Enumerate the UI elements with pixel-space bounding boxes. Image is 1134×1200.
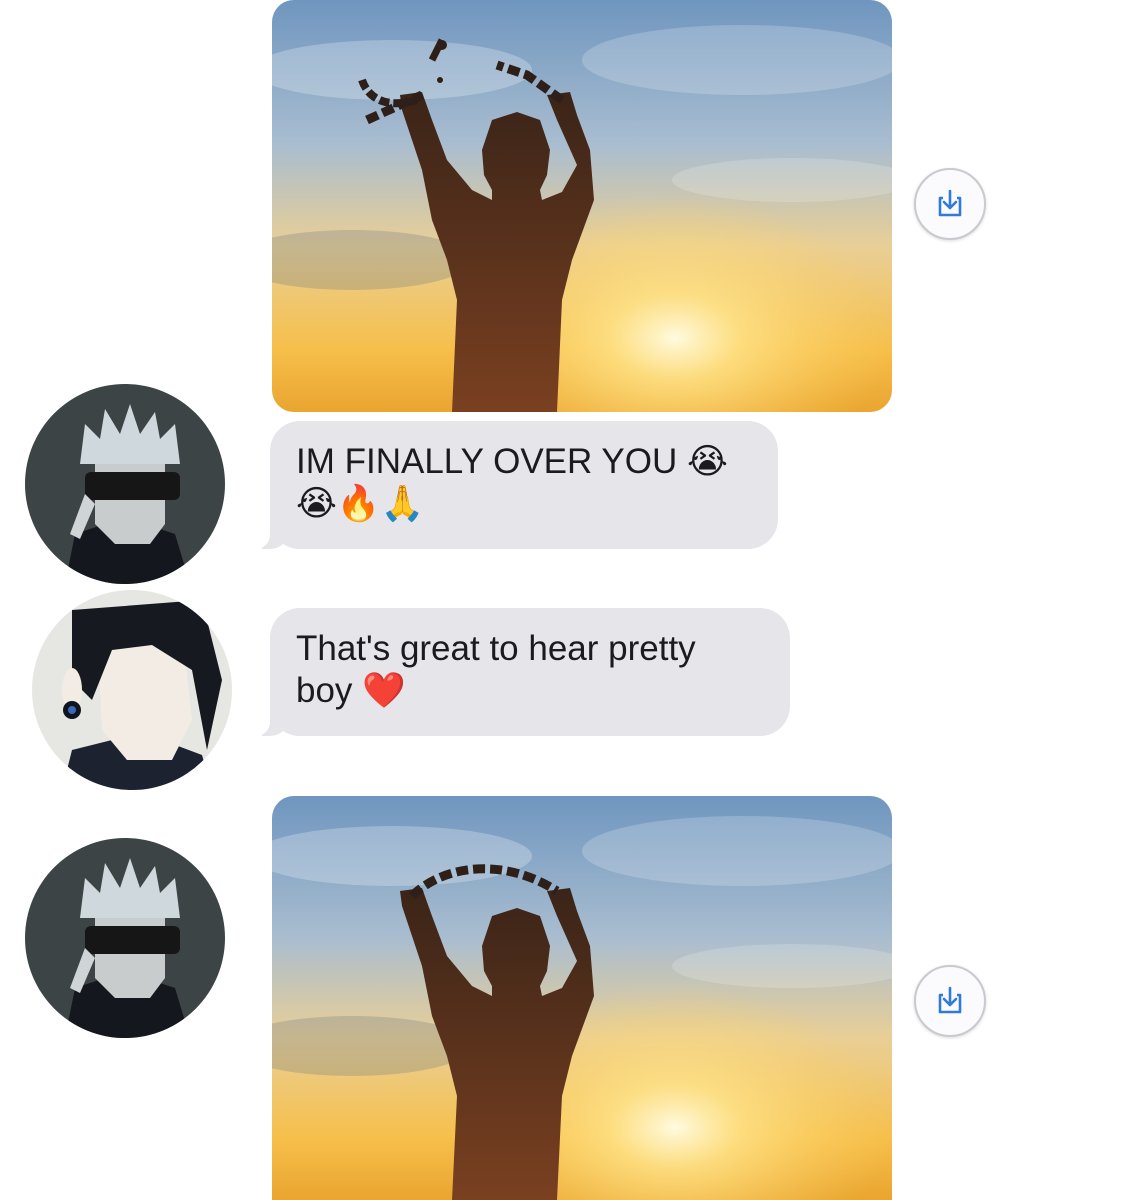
image-message-chained[interactable] [272,796,892,1200]
message-text: IM FINALLY OVER YOU [296,442,678,481]
avatar-image [25,384,225,584]
avatar-image [32,590,232,790]
avatar-gojo[interactable] [25,838,225,1038]
message-text-line2: boy [296,671,353,710]
emoji-red-heart: ❤️ [362,671,406,711]
avatar-gojo[interactable] [25,384,225,584]
image-message-broken-chains[interactable] [272,0,892,412]
avatar-geto[interactable] [32,590,232,790]
silhouette-chained-image [272,796,892,1200]
avatar-image [25,838,225,1038]
save-download-icon [938,986,962,1014]
save-image-button[interactable] [914,168,986,240]
message-text-line1: That's great to hear pretty [296,629,696,668]
message-bubble-received[interactable]: IM FINALLY OVER YOU 😭 😭🔥🙏 [254,421,778,549]
message-bubble-received[interactable]: That's great to hear pretty boy ❤️ [254,608,790,736]
save-download-icon [938,189,962,217]
silhouette-broken-chain-image [272,0,892,412]
emoji-loudly-crying: 😭 [686,442,728,482]
save-image-button[interactable] [914,965,986,1037]
emoji-row: 😭🔥🙏 [296,484,425,524]
